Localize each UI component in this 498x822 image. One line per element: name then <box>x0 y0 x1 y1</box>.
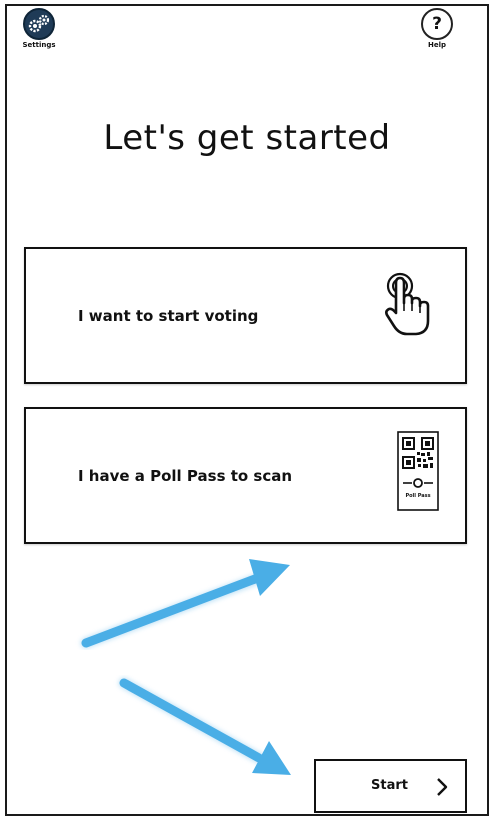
settings-label: Settings <box>22 41 56 49</box>
poll-pass-qr-icon: Poll Pass <box>397 431 439 515</box>
help-button[interactable]: ? Help <box>417 8 457 49</box>
settings-button[interactable]: Settings <box>17 8 61 49</box>
poll-pass-caption: Poll Pass <box>405 493 431 499</box>
start-label: Start <box>371 778 408 793</box>
question-mark-icon: ? <box>421 8 453 40</box>
start-voting-label: I want to start voting <box>78 306 259 325</box>
gear-icon <box>23 8 55 40</box>
help-label: Help <box>427 41 447 49</box>
poll-pass-label: I have a Poll Pass to scan <box>78 466 293 485</box>
annotation-arrow-icon <box>118 677 291 775</box>
page-title: Let's get started <box>103 118 391 158</box>
help-glyph: ? <box>432 14 442 34</box>
start-voting-option[interactable]: I want to start voting <box>24 247 467 384</box>
annotation-arrow-icon <box>80 559 290 649</box>
hand-pointer-icon <box>383 271 435 341</box>
poll-pass-option[interactable]: I have a Poll Pass to scan Poll Pass <box>24 407 467 544</box>
start-button[interactable]: Start <box>314 759 467 813</box>
voting-screen: Settings ? Help Let's get started I want… <box>5 4 489 816</box>
chevron-right-icon <box>435 776 449 802</box>
